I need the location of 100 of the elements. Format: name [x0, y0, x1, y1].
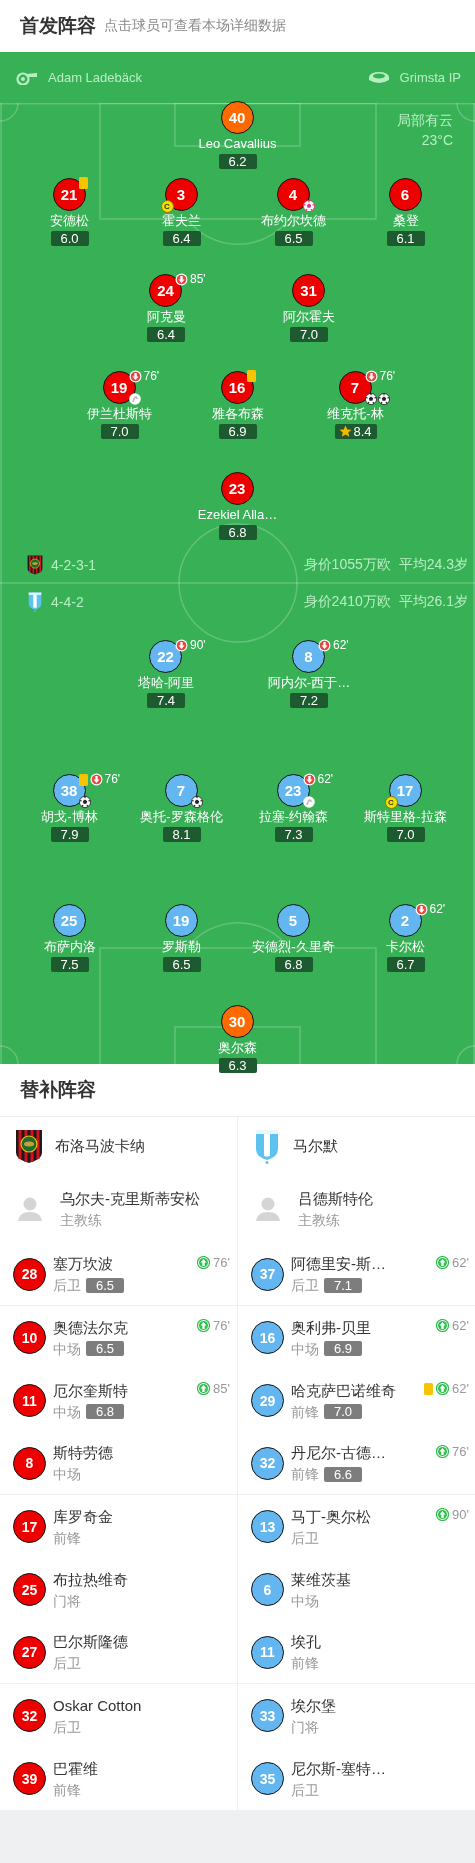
- sub-in-icon: [436, 1508, 450, 1521]
- player-number[interactable]: 24: [149, 274, 182, 307]
- sub-out-icon: [364, 370, 378, 383]
- sub-in-icon: [197, 1382, 211, 1395]
- player-name[interactable]: 斯特里格-拉森: [364, 808, 447, 825]
- captain-badge: C: [160, 200, 174, 213]
- player-number[interactable]: 31: [292, 274, 325, 307]
- player-name[interactable]: 阿克曼: [146, 308, 186, 325]
- player-name[interactable]: 埃尔堡: [291, 1695, 336, 1715]
- player-number[interactable]: 32: [251, 1446, 284, 1480]
- player-number[interactable]: 37: [251, 1257, 284, 1291]
- rating-badge: 6.4: [147, 327, 185, 342]
- rating-badge: 6.4: [162, 231, 201, 246]
- player-number[interactable]: 16: [220, 371, 254, 404]
- player-name[interactable]: 布约尔坎德: [261, 212, 326, 229]
- player-number[interactable]: 21: [52, 178, 86, 211]
- average-age: 平均24.3岁: [398, 556, 468, 574]
- rating-badge: 6.0: [50, 231, 89, 246]
- player-number[interactable]: 25: [13, 1573, 46, 1606]
- player-name[interactable]: 斯特劳德: [53, 1443, 113, 1462]
- rating-badge: 7.0: [324, 1404, 362, 1419]
- player-number[interactable]: 23: [220, 472, 254, 505]
- player-name[interactable]: 奥德法尔克: [53, 1317, 128, 1337]
- player-number[interactable]: 11: [13, 1384, 46, 1417]
- player-number[interactable]: 17: [13, 1510, 46, 1543]
- player-name[interactable]: 桑登: [392, 212, 419, 229]
- team-value: 身价1055万欧: [303, 556, 391, 574]
- player-name[interactable]: 埃孔: [291, 1632, 321, 1651]
- player-name[interactable]: 奥尔森: [218, 1039, 257, 1056]
- player-name[interactable]: 巴霍维: [53, 1758, 98, 1778]
- player-name[interactable]: 丹尼尔-古德…: [291, 1443, 386, 1462]
- player-name[interactable]: 胡戈-博林: [41, 808, 98, 825]
- sub-in-icon: [436, 1445, 450, 1458]
- player-name[interactable]: 布拉热维奇: [53, 1569, 128, 1589]
- player-name[interactable]: 哈克萨巴诺维奇: [291, 1380, 396, 1400]
- player-name[interactable]: Leo Cavallius: [198, 135, 277, 152]
- player-number[interactable]: 19: [164, 904, 198, 937]
- player-number[interactable]: 16: [251, 1321, 284, 1354]
- player-number[interactable]: 13: [251, 1510, 284, 1543]
- player-name[interactable]: 阿内尔-西于…: [267, 674, 351, 691]
- player-name[interactable]: 维克托-林: [327, 405, 384, 422]
- player-number[interactable]: 27: [13, 1635, 46, 1669]
- rating-badge: 6.5: [274, 231, 313, 246]
- player-name[interactable]: 阿德里安-斯…: [291, 1254, 386, 1273]
- player-name[interactable]: 安德松: [50, 212, 89, 229]
- player-name[interactable]: 巴尔斯隆德: [53, 1632, 128, 1651]
- player-name[interactable]: 霍夫兰: [162, 212, 201, 229]
- player-name[interactable]: 尼尔斯-塞特…: [291, 1758, 386, 1778]
- player-number[interactable]: 7: [164, 774, 198, 807]
- player-number[interactable]: 35: [251, 1762, 284, 1795]
- sub-out-icon: [89, 773, 103, 786]
- player-number[interactable]: 10: [13, 1321, 46, 1354]
- player-number[interactable]: 8: [292, 640, 325, 673]
- player-name[interactable]: 安德烈-久里奇: [252, 938, 335, 955]
- player-name[interactable]: Oskar Cotton: [53, 1695, 142, 1715]
- player-name[interactable]: 马丁-奥尔松: [291, 1506, 371, 1526]
- hint-text: 点击球员可查看本场详细数据: [104, 17, 286, 35]
- player-name[interactable]: 雅各布森: [211, 405, 264, 422]
- player-name[interactable]: 库罗奇金: [53, 1506, 113, 1526]
- section-title: 首发阵容: [20, 14, 96, 38]
- player-number[interactable]: 25: [52, 904, 86, 937]
- player-name[interactable]: 伊兰杜斯特: [87, 405, 152, 422]
- player-number[interactable]: 22: [149, 640, 182, 673]
- player-name[interactable]: 拉塞-约翰森: [258, 808, 329, 825]
- player-name[interactable]: 布萨内洛: [43, 938, 96, 955]
- player-number[interactable]: 39: [13, 1762, 46, 1795]
- coach-role: 主教练: [298, 1211, 341, 1229]
- sub-out-icon: [128, 370, 142, 383]
- player-number[interactable]: 6: [251, 1573, 284, 1606]
- player-name[interactable]: 厄尔奎斯特: [53, 1380, 128, 1400]
- player-number[interactable]: 6: [388, 178, 422, 211]
- sub-minute: 62': [452, 1381, 469, 1396]
- player-name[interactable]: 塞万坎波: [53, 1254, 124, 1273]
- player-name[interactable]: 罗斯勒: [162, 938, 201, 955]
- sub-minute: 62': [317, 773, 334, 786]
- player-number[interactable]: 11: [251, 1635, 284, 1669]
- rating-badge: 7.5: [50, 957, 89, 972]
- player-number[interactable]: 8: [13, 1446, 46, 1480]
- player-number[interactable]: 28: [13, 1257, 46, 1291]
- player-name[interactable]: Ezekiel Alla…: [197, 506, 278, 523]
- player-name[interactable]: 卡尔松: [386, 938, 425, 955]
- player-name[interactable]: 塔哈-阿里: [137, 674, 195, 691]
- rating-badge: 6.7: [386, 957, 425, 972]
- rating-badge: 6.5: [86, 1341, 124, 1356]
- player-name[interactable]: 奥托-罗森格伦: [140, 808, 223, 825]
- rating-badge: 6.8: [274, 957, 313, 972]
- position-text: 后卫: [291, 1780, 319, 1799]
- player-name[interactable]: 阿尔霍夫: [283, 308, 335, 325]
- player-name[interactable]: 莱维茨基: [291, 1569, 351, 1589]
- player-number[interactable]: 5: [276, 904, 310, 937]
- soccer-ball-icon: [377, 393, 390, 405]
- player-number[interactable]: 32: [13, 1699, 46, 1732]
- player-number[interactable]: 33: [251, 1699, 284, 1732]
- player-number[interactable]: 40: [220, 101, 254, 134]
- player-number[interactable]: 30: [220, 1005, 254, 1038]
- player-number[interactable]: 2: [388, 904, 422, 937]
- player-name[interactable]: 奥利弗-贝里: [291, 1317, 371, 1337]
- player-number[interactable]: 29: [251, 1384, 284, 1417]
- player-number[interactable]: 4: [276, 178, 310, 211]
- team-name: 马尔默: [293, 1136, 338, 1156]
